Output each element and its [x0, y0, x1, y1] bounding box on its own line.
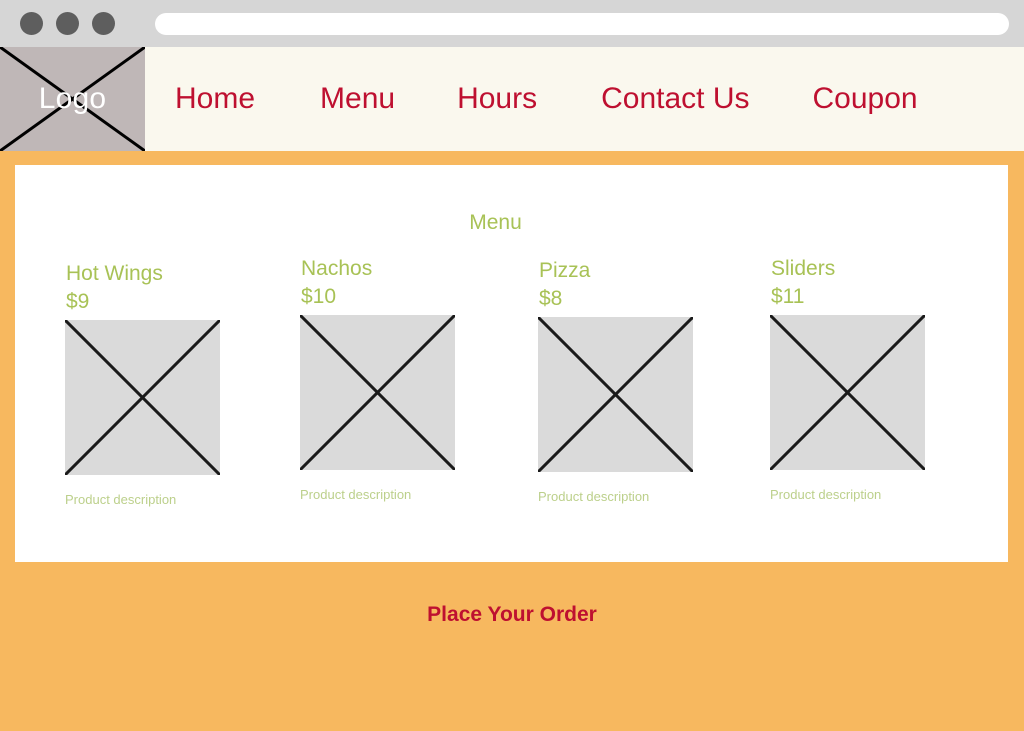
menu-item-price: $11	[771, 285, 805, 309]
image-placeholder-x-icon	[770, 314, 925, 470]
menu-item-image[interactable]	[65, 319, 220, 475]
menu-item-description: Product description	[770, 486, 882, 502]
nav-item-contact-us[interactable]: Contact Us	[601, 84, 749, 114]
menu-item-description: Product description	[65, 491, 177, 507]
browser-chrome	[0, 0, 1024, 47]
window-controls	[20, 12, 115, 35]
logo[interactable]: Logo	[0, 47, 145, 151]
image-placeholder-x-icon	[65, 319, 220, 475]
menu-item-image[interactable]	[538, 316, 693, 472]
menu-item-name: Sliders	[771, 257, 836, 280]
address-bar-input[interactable]	[155, 13, 1009, 35]
menu-panel: Menu Hot Wings $9 Product description Na…	[15, 165, 1008, 562]
menu-item-name: Pizza	[539, 259, 591, 282]
menu-item-description: Product description	[538, 488, 650, 504]
menu-item-name: Hot Wings	[66, 262, 163, 285]
logo-label: Logo	[38, 82, 107, 115]
menu-item-image[interactable]	[770, 314, 925, 470]
menu-grid: Hot Wings $9 Product description Nachos …	[15, 165, 1008, 562]
nav-item-menu[interactable]: Menu	[320, 84, 395, 114]
menu-item-description: Product description	[300, 486, 412, 502]
image-placeholder-x-icon	[300, 314, 455, 470]
minimize-icon[interactable]	[56, 12, 79, 35]
place-your-order-button[interactable]: Place Your Order	[0, 603, 1024, 627]
menu-item[interactable]: Pizza $8 Product description	[523, 257, 733, 504]
close-icon[interactable]	[20, 12, 43, 35]
maximize-icon[interactable]	[92, 12, 115, 35]
main-navigation: Home Menu Hours Contact Us Coupon	[145, 47, 1024, 151]
menu-item[interactable]: Nachos $10 Product description	[285, 255, 495, 502]
menu-item[interactable]: Sliders $11 Product description	[755, 255, 965, 502]
menu-item-image[interactable]	[300, 314, 455, 470]
menu-item-price: $8	[539, 287, 563, 311]
image-placeholder-x-icon	[538, 316, 693, 472]
menu-item-price: $10	[301, 285, 337, 309]
menu-item-price: $9	[66, 290, 90, 314]
nav-item-home[interactable]: Home	[175, 84, 255, 114]
nav-item-coupon[interactable]: Coupon	[813, 84, 918, 114]
menu-item[interactable]: Hot Wings $9 Product description	[50, 260, 260, 507]
site-header: Logo Home Menu Hours Contact Us Coupon	[0, 47, 1024, 151]
page-body: Menu Hot Wings $9 Product description Na…	[0, 151, 1024, 731]
nav-item-hours[interactable]: Hours	[457, 84, 537, 114]
menu-item-name: Nachos	[301, 257, 373, 280]
